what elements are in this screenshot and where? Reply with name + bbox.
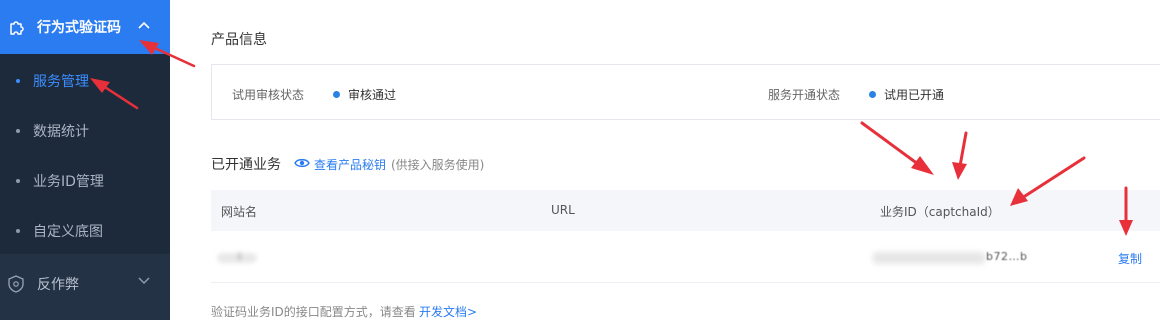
annotation-arrow	[952, 131, 968, 180]
business-title: 已开通业务	[211, 157, 281, 173]
sidebar-group-title: 行为式验证码	[37, 20, 121, 36]
footer-note: 验证码业务ID的接口配置方式，请查看	[211, 305, 416, 319]
eye-icon[interactable]	[294, 157, 310, 169]
table-header: 网站名 URL 业务ID（captchaId）	[211, 190, 1160, 231]
sidebar-group-captcha[interactable]: 行为式验证码	[0, 0, 170, 54]
table-row: i b72…b 复制	[211, 231, 1160, 283]
sidebar-item-label: 自定义底图	[33, 224, 103, 240]
sidebar-item-label: 服务管理	[33, 74, 89, 90]
service-status-value: 试用已开通	[884, 88, 945, 102]
chevron-up-icon[interactable]	[138, 21, 150, 29]
sidebar: 行为式验证码 服务管理 数据统计 业务ID管理 自定义底图 反作弊	[0, 0, 170, 320]
sidebar-item-label: 数据统计	[33, 124, 89, 140]
puzzle-icon	[10, 21, 24, 35]
view-product-key-link[interactable]: 查看产品秘钥	[314, 156, 386, 173]
column-header-captcha-id: 业务ID（captchaId）	[880, 205, 1000, 219]
dev-docs-link[interactable]: 开发文档>	[419, 303, 477, 320]
shield-icon	[8, 275, 24, 293]
sidebar-item-data-statistics[interactable]: 数据统计	[0, 105, 170, 155]
view-key-note: (供接入服务使用)	[391, 158, 485, 172]
sidebar-group-anti-fraud[interactable]: 反作弊	[0, 254, 170, 320]
captcha-id-cell: b72…b	[986, 250, 1028, 263]
status-dot	[869, 91, 876, 98]
bullet-dot	[16, 129, 20, 133]
site-name-text: i	[238, 250, 242, 263]
sidebar-item-business-id[interactable]: 业务ID管理	[0, 155, 170, 205]
bullet-dot	[16, 79, 20, 83]
sidebar-item-service-management[interactable]: 服务管理	[0, 55, 170, 105]
redacted-id-blur	[872, 252, 986, 264]
copy-button[interactable]: 复制	[1118, 250, 1142, 267]
bullet-dot	[16, 179, 20, 183]
trial-review-label: 试用审核状态	[232, 88, 305, 102]
chevron-down-icon[interactable]	[138, 277, 150, 285]
status-dot	[333, 91, 340, 98]
column-header-url: URL	[551, 203, 575, 217]
column-header-site-name: 网站名	[221, 205, 258, 219]
trial-review-value: 审核通过	[348, 88, 397, 102]
product-info-title: 产品信息	[211, 32, 267, 48]
annotation-arrow	[860, 121, 934, 175]
sidebar-item-label: 业务ID管理	[33, 174, 104, 190]
sidebar-item-custom-background[interactable]: 自定义底图	[0, 205, 170, 255]
bullet-dot	[16, 229, 20, 233]
site-name-cell: i	[217, 250, 257, 263]
service-status-label: 服务开通状态	[768, 88, 841, 102]
product-info-panel: 试用审核状态 审核通过 服务开通状态 试用已开通	[211, 64, 1160, 120]
sidebar-group-title: 反作弊	[37, 277, 79, 293]
